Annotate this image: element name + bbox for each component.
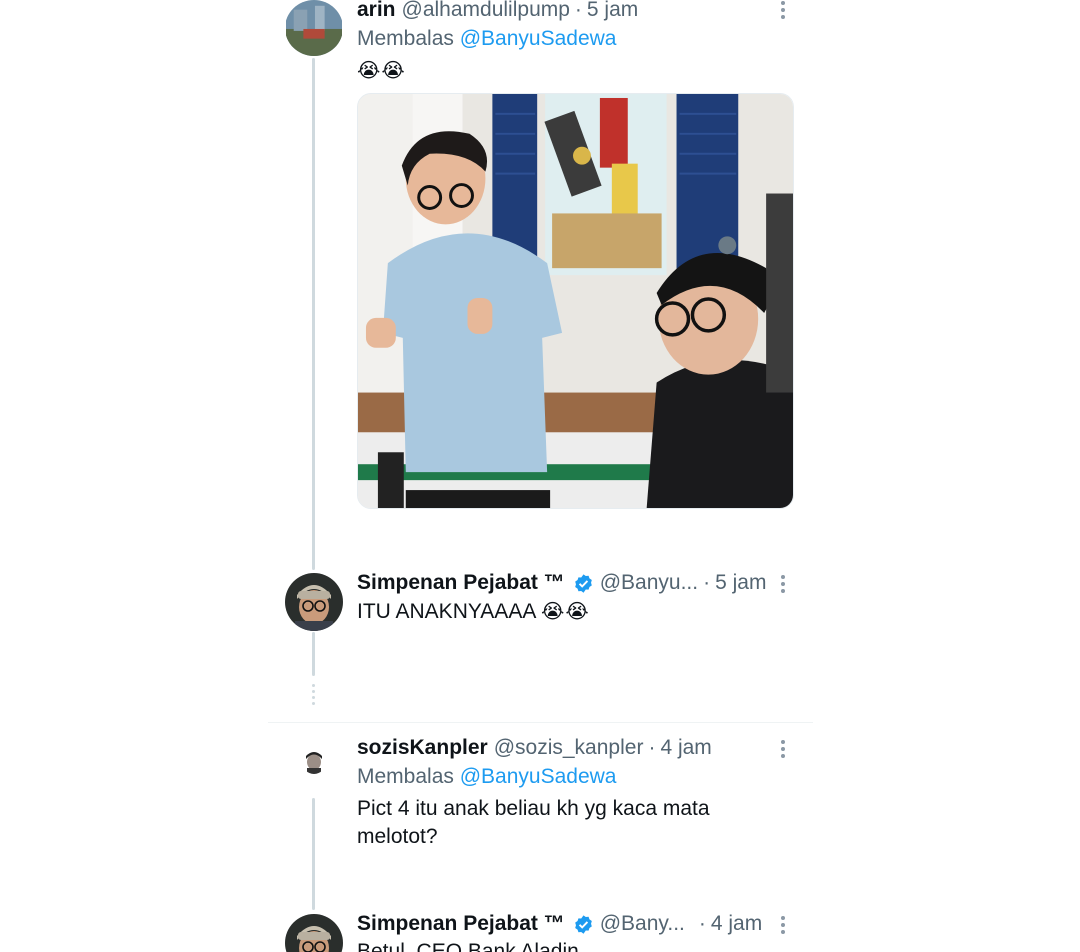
reply-mention-link[interactable]: @BanyuSadewa — [460, 765, 617, 788]
author-name[interactable]: Simpenan Pejabat ™ — [357, 570, 565, 596]
avatar-simpenan-pejabat[interactable] — [285, 573, 343, 631]
tweet-2-emoji: 😭😭 — [541, 601, 590, 623]
avatar-soziskanpler[interactable] — [302, 748, 326, 774]
tweet-time[interactable]: 4 jam — [660, 735, 711, 761]
author-handle[interactable]: @sozis_kanpler — [494, 735, 644, 761]
tweet-time[interactable]: 4 jam — [711, 911, 762, 937]
avatar-arin[interactable] — [285, 0, 343, 56]
tweet-3-line-2: melotot? — [357, 825, 438, 848]
author-handle[interactable]: @alhamdulilpump — [402, 0, 570, 23]
tweet-time[interactable]: 5 jam — [715, 570, 766, 596]
verified-badge-icon — [574, 573, 592, 593]
reply-prefix: Membalas — [357, 27, 454, 50]
author-handle[interactable]: @Banyu... — [600, 570, 698, 596]
more-options-icon[interactable] — [773, 739, 793, 759]
thread-line-2 — [312, 632, 315, 676]
author-handle[interactable]: @Bany... — [600, 911, 685, 937]
separator-dot: · — [574, 0, 582, 21]
author-name[interactable]: Simpenan Pejabat ™ — [357, 911, 565, 937]
section-divider — [268, 722, 813, 723]
replying-to: Membalas @BanyuSadewa — [357, 764, 616, 790]
tweet-1-header: arin @alhamdulilpump · 5 jam — [357, 0, 638, 23]
tweet-photo[interactable] — [357, 93, 794, 509]
reply-prefix: Membalas — [357, 765, 454, 788]
more-options-icon[interactable] — [773, 0, 793, 20]
verified-badge-icon — [574, 914, 592, 934]
more-options-icon[interactable] — [773, 574, 793, 594]
replying-to: Membalas @BanyuSadewa — [357, 26, 616, 52]
thread-line-1 — [312, 58, 315, 570]
separator-dot: · — [703, 571, 711, 594]
tweet-1-emoji: 😭😭 — [357, 60, 406, 82]
tweet-2-text: ITU ANAKNYAAAA 😭😭 — [357, 598, 590, 626]
tweet-time[interactable]: 5 jam — [587, 0, 638, 23]
author-name[interactable]: sozisKanpler — [357, 735, 488, 761]
separator-dot: · — [698, 912, 706, 935]
tweet-3-line-1: Pict 4 itu anak beliau kh yg kaca mata — [357, 797, 710, 820]
avatar-simpenan-pejabat-2[interactable] — [285, 914, 343, 952]
thread-line-3 — [312, 798, 315, 910]
tweet-2-body: ITU ANAKNYAAAA — [357, 600, 536, 623]
tweet-4-text: Betul, CEO Bank Aladin — [357, 940, 579, 952]
tweet-4-header: Simpenan Pejabat ™ @Bany... · 4 jam — [357, 911, 762, 937]
tweet-3-text: Pict 4 itu anak beliau kh yg kaca mata m… — [357, 795, 710, 851]
author-name[interactable]: arin — [357, 0, 396, 23]
more-options-icon[interactable] — [773, 915, 793, 935]
reply-mention-link[interactable]: @BanyuSadewa — [460, 27, 617, 50]
separator-dot: · — [648, 736, 656, 759]
tweet-3-header: sozisKanpler @sozis_kanpler · 4 jam — [357, 735, 712, 761]
thread-collapsed-indicator[interactable] — [312, 684, 315, 705]
tweet-2-header: Simpenan Pejabat ™ @Banyu... · 5 jam — [357, 570, 766, 596]
